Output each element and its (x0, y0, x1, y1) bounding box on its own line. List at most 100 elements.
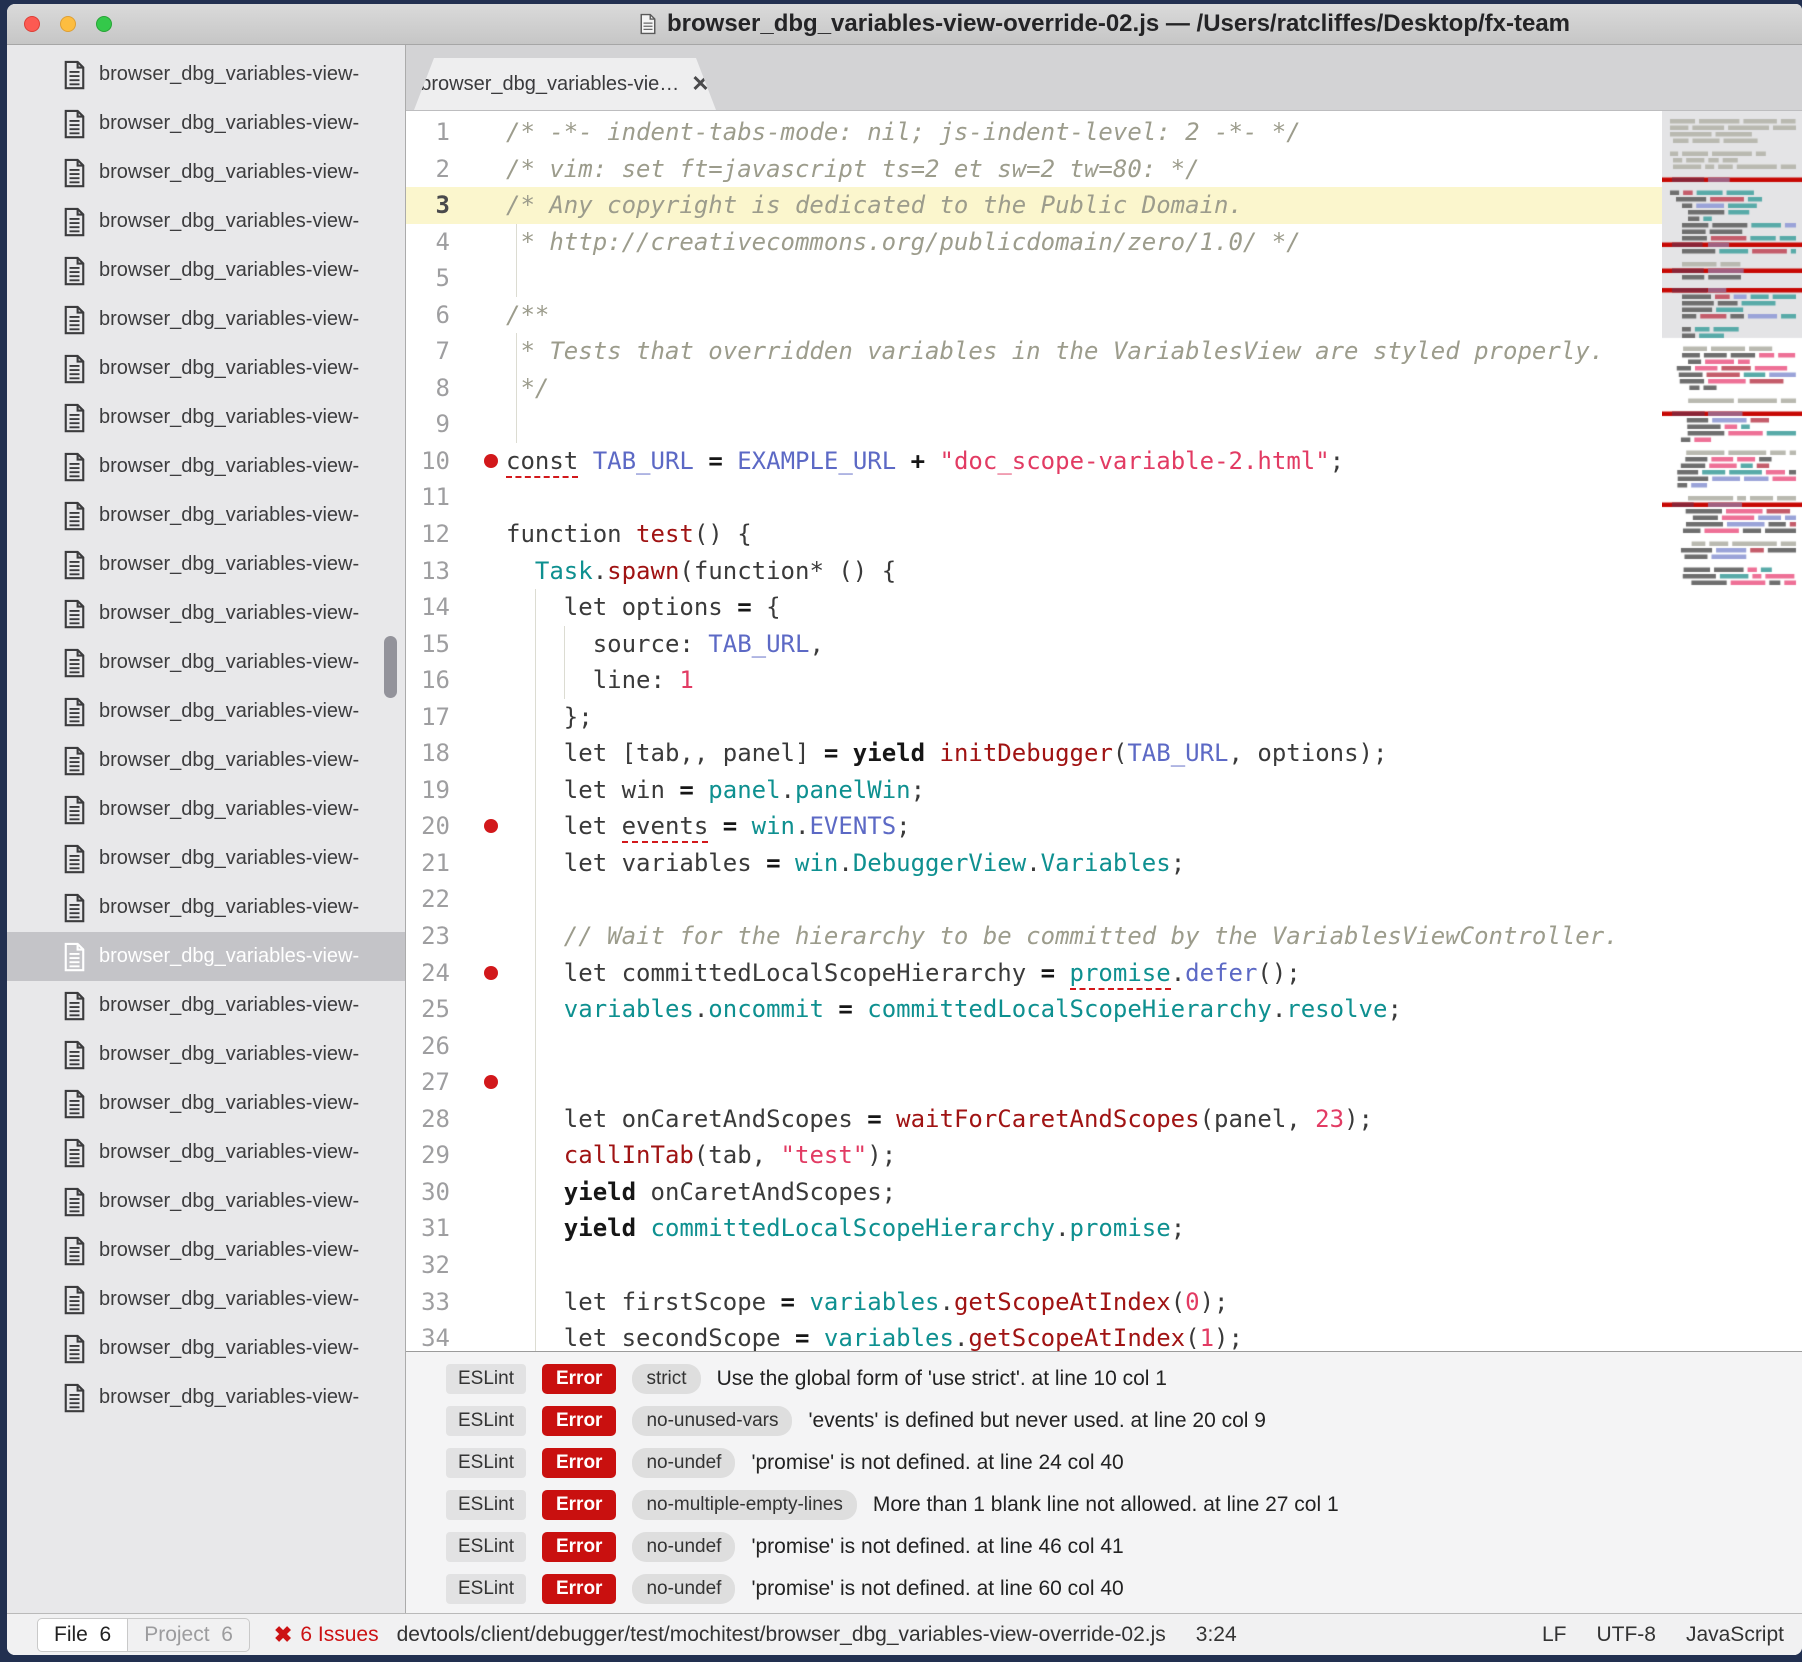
code-line[interactable]: 12function test() { (406, 516, 1662, 553)
gutter[interactable] (450, 1101, 506, 1138)
sidebar-item-file[interactable]: browser_dbg_variables-view- (7, 1226, 405, 1275)
sidebar-item-file[interactable]: browser_dbg_variables-view- (7, 1324, 405, 1373)
lint-issue-row[interactable]: ESLintErrorno-multiple-empty-linesMore t… (406, 1484, 1802, 1526)
minimap[interactable] (1662, 111, 1802, 1351)
sidebar-item-file[interactable]: browser_dbg_variables-view- (7, 1128, 405, 1177)
sidebar-item-file[interactable]: browser_dbg_variables-view- (7, 540, 405, 589)
gutter[interactable] (450, 1284, 506, 1321)
line-number[interactable]: 17 (406, 699, 450, 736)
file-scope-button[interactable]: File 6 (37, 1618, 128, 1652)
code-line[interactable]: 26 (406, 1028, 1662, 1065)
line-number[interactable]: 8 (406, 370, 450, 407)
gutter[interactable] (450, 1320, 506, 1351)
gutter[interactable] (450, 699, 506, 736)
code-line[interactable]: 29 callInTab(tab, "test"); (406, 1137, 1662, 1174)
sidebar-item-file[interactable]: browser_dbg_variables-view- (7, 442, 405, 491)
sidebar-item-file[interactable]: browser_dbg_variables-view- (7, 1275, 405, 1324)
code-line[interactable]: 21 let variables = win.DebuggerView.Vari… (406, 845, 1662, 882)
gutter[interactable] (450, 187, 506, 224)
line-number[interactable]: 9 (406, 406, 450, 443)
line-number[interactable]: 6 (406, 297, 450, 334)
line-number[interactable]: 3 (406, 187, 450, 224)
sidebar-item-file[interactable]: browser_dbg_variables-view- (7, 1030, 405, 1079)
sidebar-item-file[interactable]: browser_dbg_variables-view- (7, 197, 405, 246)
line-number[interactable]: 21 (406, 845, 450, 882)
gutter[interactable] (450, 918, 506, 955)
zoom-window-button[interactable] (96, 16, 112, 32)
code-line[interactable]: 23 // Wait for the hierarchy to be commi… (406, 918, 1662, 955)
line-number[interactable]: 19 (406, 772, 450, 809)
line-number[interactable]: 4 (406, 224, 450, 261)
sidebar-item-file[interactable]: browser_dbg_variables-view- (7, 589, 405, 638)
gutter[interactable] (450, 406, 506, 443)
code-line[interactable]: 11 (406, 479, 1662, 516)
line-number[interactable]: 33 (406, 1284, 450, 1321)
sidebar-item-file[interactable]: browser_dbg_variables-view- (7, 1079, 405, 1128)
line-number[interactable]: 34 (406, 1320, 450, 1351)
line-number[interactable]: 2 (406, 151, 450, 188)
sidebar-item-file[interactable]: browser_dbg_variables-view- (7, 295, 405, 344)
code-line[interactable]: 2/* vim: set ft=javascript ts=2 et sw=2 … (406, 151, 1662, 188)
sidebar-item-file[interactable]: browser_dbg_variables-view- (7, 981, 405, 1030)
gutter[interactable] (450, 260, 506, 297)
gutter[interactable] (450, 553, 506, 590)
line-number[interactable]: 15 (406, 626, 450, 663)
sidebar-scrollbar[interactable] (384, 636, 397, 698)
gutter[interactable] (450, 991, 506, 1028)
code-line[interactable]: 27 (406, 1064, 1662, 1101)
gutter[interactable] (450, 224, 506, 261)
line-number[interactable]: 25 (406, 991, 450, 1028)
code-line[interactable]: 17 }; (406, 699, 1662, 736)
code-line[interactable]: 31 yield committedLocalScopeHierarchy.pr… (406, 1210, 1662, 1247)
sidebar-item-file[interactable]: browser_dbg_variables-view- (7, 246, 405, 295)
gutter[interactable] (450, 1064, 506, 1101)
code-line[interactable]: 20 let events = win.EVENTS; (406, 808, 1662, 845)
gutter[interactable] (450, 297, 506, 334)
code-line[interactable]: 22 (406, 881, 1662, 918)
gutter[interactable] (450, 1137, 506, 1174)
gutter[interactable] (450, 808, 506, 845)
line-number[interactable]: 28 (406, 1101, 450, 1138)
code-line[interactable]: 15 source: TAB_URL, (406, 626, 1662, 663)
sidebar-item-file[interactable]: browser_dbg_variables-view- (7, 785, 405, 834)
line-number[interactable]: 22 (406, 881, 450, 918)
gutter[interactable] (450, 443, 506, 480)
line-number[interactable]: 31 (406, 1210, 450, 1247)
line-number[interactable]: 32 (406, 1247, 450, 1284)
sidebar-item-file[interactable]: browser_dbg_variables-view- (7, 50, 405, 99)
code-line[interactable]: 24 let committedLocalScopeHierarchy = pr… (406, 955, 1662, 992)
gutter[interactable] (450, 626, 506, 663)
code-line[interactable]: 16 line: 1 (406, 662, 1662, 699)
code-line[interactable]: 34 let secondScope = variables.getScopeA… (406, 1320, 1662, 1351)
gutter[interactable] (450, 662, 506, 699)
sidebar-item-file[interactable]: browser_dbg_variables-view- (7, 393, 405, 442)
titlebar[interactable]: browser_dbg_variables-view-override-02.j… (7, 4, 1802, 45)
line-number[interactable]: 5 (406, 260, 450, 297)
line-number[interactable]: 24 (406, 955, 450, 992)
minimize-window-button[interactable] (60, 16, 76, 32)
file-path[interactable]: devtools/client/debugger/test/mochitest/… (397, 1623, 1166, 1647)
gutter[interactable] (450, 1174, 506, 1211)
project-scope-button[interactable]: Project 6 (128, 1618, 250, 1652)
close-window-button[interactable] (24, 16, 40, 32)
sidebar-item-file[interactable]: browser_dbg_variables-view- (7, 883, 405, 932)
lint-issue-row[interactable]: ESLintErrorno-undef'promise' is not defi… (406, 1526, 1802, 1568)
code-line[interactable]: 9 (406, 406, 1662, 443)
gutter[interactable] (450, 881, 506, 918)
line-number[interactable]: 23 (406, 918, 450, 955)
lint-issue-row[interactable]: ESLintErrorno-undef'promise' is not defi… (406, 1568, 1802, 1610)
code-line[interactable]: 7 * Tests that overridden variables in t… (406, 333, 1662, 370)
gutter[interactable] (450, 589, 506, 626)
line-number[interactable]: 18 (406, 735, 450, 772)
code-line[interactable]: 30 yield onCaretAndScopes; (406, 1174, 1662, 1211)
code-line[interactable]: 5 (406, 260, 1662, 297)
code-line[interactable]: 19 let win = panel.panelWin; (406, 772, 1662, 809)
line-ending-indicator[interactable]: LF (1542, 1623, 1567, 1647)
code-line[interactable]: 4 * http://creativecommons.org/publicdom… (406, 224, 1662, 261)
line-number[interactable]: 7 (406, 333, 450, 370)
sidebar-item-file[interactable]: browser_dbg_variables-view- (7, 1373, 405, 1422)
sidebar-item-file[interactable]: browser_dbg_variables-view- (7, 834, 405, 883)
line-number[interactable]: 13 (406, 553, 450, 590)
code-editor[interactable]: 1/* -*- indent-tabs-mode: nil; js-indent… (406, 111, 1802, 1351)
line-number[interactable]: 10 (406, 443, 450, 480)
